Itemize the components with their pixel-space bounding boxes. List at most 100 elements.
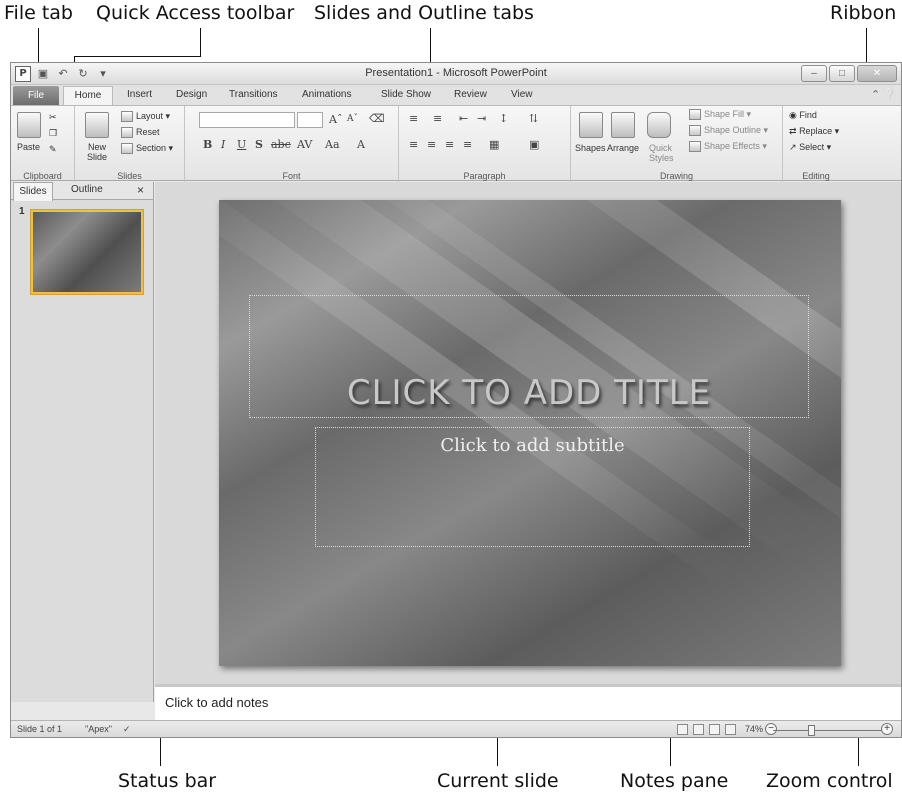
quick-styles-button-label[interactable]: Quick Styles [649,143,679,163]
new-slide-icon[interactable] [85,112,109,138]
ribbon-tabs: File Home Insert Design Transitions Anim… [11,85,901,106]
zoom-out-icon[interactable]: − [765,723,777,735]
find-button[interactable]: ◉ Find [789,110,817,121]
maximize-button[interactable]: □ [829,65,855,82]
bold-icon[interactable]: B [203,138,212,151]
replace-icon: ⇄ [789,126,797,136]
tab-home[interactable]: Home [63,86,113,106]
paste-button-label[interactable]: Paste [17,142,40,152]
layout-button[interactable]: Layout ▾ [121,111,170,123]
window-title: Presentation1 - Microsoft PowerPoint [365,67,547,79]
tab-slides[interactable]: Slides [13,182,53,201]
minimize-button[interactable]: – [801,65,827,82]
status-bar: Slide 1 of 1 "Apex" ✓ 74% − + [11,720,901,737]
strikethrough-icon[interactable]: abc [271,138,291,151]
group-font: Aˆ Aˇ ⌫ B I U S abc AV Aa A Font [185,106,399,182]
subtitle-placeholder[interactable]: Click to add subtitle [315,427,750,547]
shapes-button-label[interactable]: Shapes [575,143,606,153]
copy-icon[interactable]: ❐ [49,128,57,139]
numbering-icon[interactable]: ≡ [433,112,442,125]
zoom-level[interactable]: 74% [745,724,763,734]
increase-indent-icon[interactable]: ⇥ [477,112,486,125]
smartart-icon[interactable]: ▣ [529,138,539,151]
shape-outline-icon [689,125,701,137]
group-label-paragraph: Paragraph [463,171,506,181]
group-clipboard: Paste ✂ ❐ ✎ Clipboard [11,106,75,182]
zoom-in-icon[interactable]: + [881,723,893,735]
tab-file[interactable]: File [13,86,59,105]
current-slide[interactable]: CLICK TO ADD TITLE Click to add subtitle [219,200,841,666]
group-label-drawing: Drawing [659,171,693,181]
decrease-indent-icon[interactable]: ⇤ [459,112,468,125]
tab-view[interactable]: View [511,89,533,100]
tab-slide-show[interactable]: Slide Show [381,89,431,100]
align-center-icon[interactable]: ≡ [427,138,436,151]
close-pane-icon[interactable]: × [137,183,144,197]
group-label-clipboard: Clipboard [23,171,62,181]
reset-button[interactable]: Reset [121,127,160,139]
shadow-icon[interactable]: S [255,138,263,151]
replace-label: Replace [799,126,833,136]
format-painter-icon[interactable]: ✎ [49,144,57,155]
grow-font-icon[interactable]: Aˆ [329,113,342,126]
new-slide-button-label[interactable]: New Slide [77,142,117,162]
cut-icon[interactable]: ✂ [49,112,57,123]
slide-title-text: CLICK TO ADD TITLE [346,373,712,413]
slide-thumbnail[interactable] [31,210,143,294]
shape-effects-button[interactable]: Shape Effects ▾ [689,141,767,153]
clear-formatting-icon[interactable]: ⌫ [369,112,385,125]
find-label: Find [799,110,817,120]
tab-design[interactable]: Design [176,89,207,100]
shrink-font-icon[interactable]: Aˇ [347,114,358,124]
close-button[interactable]: ✕ [857,65,897,82]
title-bar: P ▣ ↶ ↻ ▾ Presentation1 - Microsoft Powe… [11,63,901,85]
spell-check-icon[interactable]: ✓ [123,724,131,735]
columns-icon[interactable]: ▦ [489,138,499,151]
font-color-icon[interactable]: A [357,138,365,151]
arrange-icon[interactable] [611,112,635,138]
help-icon[interactable]: ⌃ ❔ [871,88,897,101]
shape-effects-label: Shape Effects [704,141,760,151]
reading-view-icon[interactable] [709,724,720,735]
select-label: Select [799,142,825,152]
group-paragraph: ≡ ≡ ⇤ ⇥ ↕ ⇅ ≡ ≡ ≡ ≡ ▦ ▣ Paragraph [399,106,571,182]
shapes-icon[interactable] [579,112,603,138]
italic-icon[interactable]: I [221,138,225,151]
tab-transitions[interactable]: Transitions [229,89,278,100]
bullets-icon[interactable]: ≡ [409,112,418,125]
normal-view-icon[interactable] [677,724,688,735]
tab-outline[interactable]: Outline [71,184,103,195]
text-direction-icon[interactable]: ⇅ [529,112,538,125]
quick-styles-icon[interactable] [647,112,671,138]
align-left-icon[interactable]: ≡ [409,138,418,151]
callout-status-bar: Status bar [118,770,217,792]
underline-icon[interactable]: U [237,138,246,151]
reset-icon [121,127,133,139]
font-name-combo[interactable] [199,112,295,128]
character-spacing-icon[interactable]: AV [297,138,312,151]
thumbnail-number: 1 [19,206,25,217]
leader-qat-v1 [200,28,201,56]
shape-fill-button[interactable]: Shape Fill ▾ [689,109,751,121]
align-right-icon[interactable]: ≡ [445,138,454,151]
replace-button[interactable]: ⇄ Replace ▾ [789,126,839,137]
slide-sorter-view-icon[interactable] [693,724,704,735]
title-placeholder[interactable]: CLICK TO ADD TITLE [249,295,809,418]
shape-outline-button[interactable]: Shape Outline ▾ [689,125,768,137]
section-button[interactable]: Section ▾ [121,143,173,155]
font-size-combo[interactable] [297,112,323,128]
tab-insert[interactable]: Insert [127,89,152,100]
notes-pane[interactable]: Click to add notes [155,684,901,721]
zoom-slider[interactable] [773,725,883,736]
group-editing: ◉ Find ⇄ Replace ▾ ↗ Select ▾ Editing [783,106,849,182]
arrange-button-label[interactable]: Arrange [607,143,639,153]
paste-icon[interactable] [17,112,41,138]
tab-review[interactable]: Review [454,89,487,100]
justify-icon[interactable]: ≡ [463,138,472,151]
change-case-icon[interactable]: Aa [325,138,340,151]
select-button[interactable]: ↗ Select ▾ [789,142,831,153]
tab-animations[interactable]: Animations [302,89,351,100]
line-spacing-icon[interactable]: ↕ [499,112,508,125]
zoom-slider-thumb[interactable] [808,725,816,736]
slide-show-view-icon[interactable] [725,724,736,735]
